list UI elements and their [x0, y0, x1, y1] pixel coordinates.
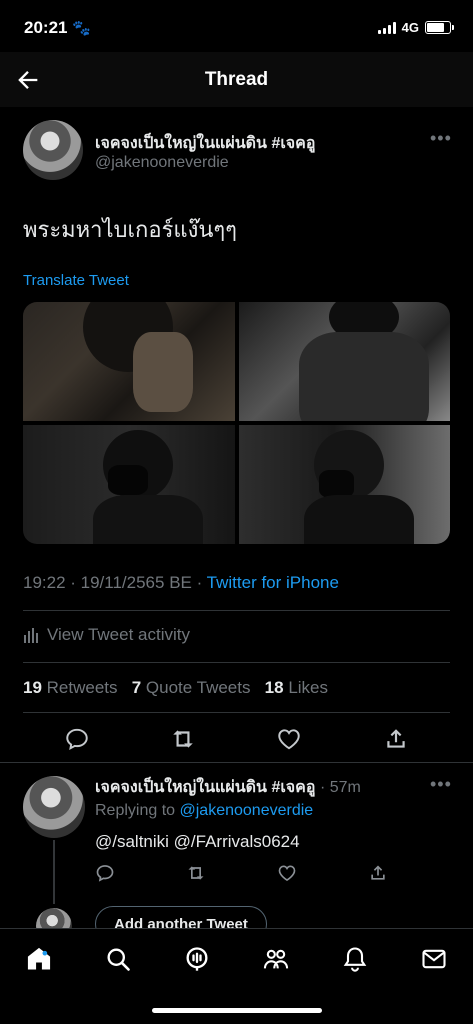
status-indicators: 4G — [377, 20, 454, 35]
battery-icon — [425, 21, 454, 34]
network-label: 4G — [401, 20, 419, 35]
paw-icon: 🐾 — [72, 20, 91, 37]
reply-icon[interactable] — [64, 726, 90, 752]
tweet-timestamp: 19:22 · 19/11/2565 BE · — [23, 573, 207, 592]
page-title: Thread — [204, 69, 269, 90]
thread-connector — [53, 840, 55, 904]
tweet-meta: 19:22 · 19/11/2565 BE · Twitter for iPho… — [23, 573, 339, 593]
avatar[interactable] — [23, 776, 85, 838]
quotes-stat[interactable]: 7 Quote Tweets — [132, 678, 251, 697]
translate-link[interactable]: Translate Tweet — [23, 272, 129, 289]
search-icon[interactable] — [104, 945, 132, 973]
messages-icon[interactable] — [420, 945, 448, 973]
reply-text: @/saltniki @/FArrivals0624 — [95, 832, 300, 851]
home-indicator — [152, 1008, 322, 1013]
avatar[interactable] — [23, 120, 83, 180]
divider — [23, 712, 450, 713]
tweet-photo[interactable] — [23, 425, 235, 544]
likes-stat[interactable]: 18 Likes — [265, 678, 328, 697]
tweet-client-link[interactable]: Twitter for iPhone — [207, 573, 339, 592]
notifications-icon[interactable] — [341, 945, 369, 973]
tweet-photo[interactable] — [23, 302, 235, 421]
tweet-text: พระมหาไบเกอร์แง๊นๆๆ — [23, 217, 237, 242]
tweet-photo[interactable] — [238, 302, 450, 421]
tweet-stats: 19 Retweets 7 Quote Tweets 18 Likes — [23, 678, 328, 698]
status-time: 20:21 🐾 — [24, 18, 91, 37]
author-handle[interactable]: @jakenooneverdie — [95, 154, 229, 172]
tweet-photo[interactable] — [238, 425, 450, 544]
like-icon[interactable] — [277, 863, 297, 883]
divider — [0, 762, 473, 763]
retweets-stat[interactable]: 19 Retweets — [23, 678, 118, 697]
media-grid — [23, 302, 450, 544]
view-activity-link[interactable]: View Tweet activity — [23, 625, 190, 645]
reply-icon[interactable] — [95, 863, 115, 883]
signal-icon — [377, 21, 396, 34]
home-icon[interactable] — [25, 945, 53, 973]
share-icon[interactable] — [383, 726, 409, 752]
retweet-icon[interactable] — [170, 726, 196, 752]
share-icon[interactable] — [368, 863, 388, 883]
analytics-icon — [24, 628, 38, 643]
more-icon[interactable]: ••• — [430, 774, 452, 795]
activity-label: View Tweet activity — [47, 625, 190, 644]
author-name[interactable]: เจคจงเป็นใหญ่ในแผ่นดิน #เจคอู — [95, 131, 316, 156]
more-icon[interactable]: ••• — [430, 128, 452, 149]
top-bar: Thread — [0, 52, 473, 107]
replying-to: Replying to @jakenooneverdie — [95, 802, 314, 819]
replying-to-link[interactable]: @jakenooneverdie — [180, 802, 314, 819]
communities-icon[interactable] — [262, 945, 290, 973]
spaces-icon[interactable] — [183, 945, 211, 973]
reply-author[interactable]: เจคจงเป็นใหญ่ในแผ่นดิน #เจคอู · 57m — [95, 775, 361, 800]
divider — [23, 662, 450, 663]
like-icon[interactable] — [276, 726, 302, 752]
retweet-icon[interactable] — [186, 863, 206, 883]
divider — [23, 610, 450, 611]
